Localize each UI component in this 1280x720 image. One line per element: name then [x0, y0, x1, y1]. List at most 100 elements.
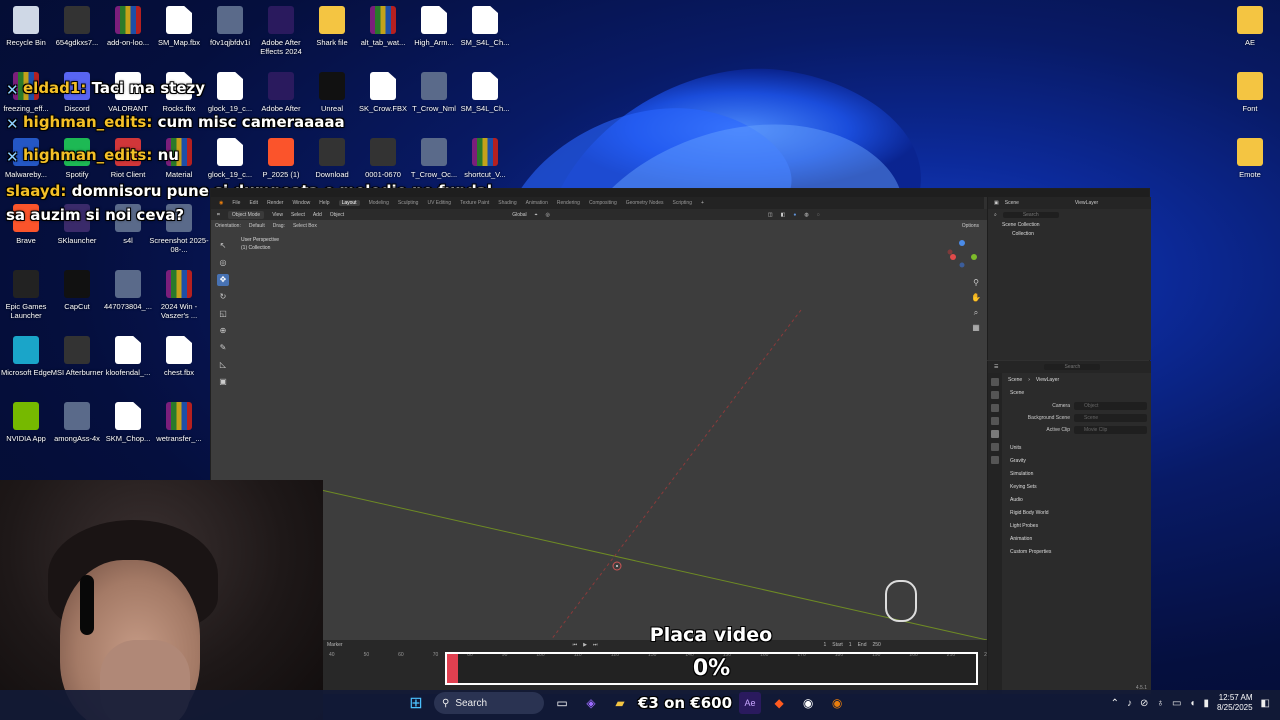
shading-solid-icon[interactable]: ● — [793, 212, 796, 218]
menu-object[interactable]: Object — [330, 212, 344, 218]
xray-icon[interactable]: ◧ — [781, 212, 786, 218]
navigation-gizmo[interactable] — [947, 238, 977, 268]
play-icon[interactable]: ▶ — [583, 642, 587, 648]
obs-taskbar-icon[interactable]: ◉ — [797, 692, 819, 714]
battery-icon[interactable]: ▮ — [1203, 698, 1209, 709]
shading-render-icon[interactable]: ◌ — [817, 212, 820, 218]
viewlayer-name[interactable]: ViewLayer — [1075, 200, 1098, 206]
annotate-tool-icon[interactable]: ✎ — [217, 342, 229, 354]
tab-modeling[interactable]: Modeling — [369, 200, 389, 206]
orientation-select[interactable]: Default — [249, 223, 265, 229]
clock[interactable]: 12:57 AM 8/25/2025 — [1217, 693, 1253, 713]
microphone-icon[interactable]: ♁ — [1156, 698, 1164, 709]
measure-tool-icon[interactable]: ◺ — [217, 359, 229, 371]
section-keying-sets[interactable]: Keying Sets — [1004, 481, 1147, 494]
select-tool-icon[interactable]: ↖ — [217, 240, 229, 252]
mute-icon[interactable]: ⊘ — [1140, 698, 1148, 709]
menu-window[interactable]: Window — [292, 200, 310, 206]
outliner-row[interactable]: Scene Collection — [988, 221, 1151, 230]
collection-tab-icon[interactable] — [991, 456, 999, 464]
marker-menu[interactable]: Marker — [327, 642, 343, 648]
blender-logo-icon[interactable]: ◉ — [219, 200, 223, 206]
section-simulation[interactable]: Simulation — [1004, 468, 1147, 481]
move-tool-icon[interactable]: ✥ — [217, 274, 229, 286]
tray-chevron-icon[interactable]: ⌃ — [1111, 698, 1119, 709]
menu-file[interactable]: File — [232, 200, 240, 206]
desktop-shortcut[interactable]: SM_S4L_Ch... — [453, 6, 517, 47]
section-audio[interactable]: Audio — [1004, 494, 1147, 507]
section-light-probes[interactable]: Light Probes — [1004, 520, 1147, 533]
tab-texture-paint[interactable]: Texture Paint — [460, 200, 489, 206]
background-scene-field[interactable]: Scene — [1074, 414, 1147, 422]
menu-add[interactable]: Add — [313, 212, 322, 218]
pan-hand-icon[interactable]: ✋ — [971, 293, 981, 303]
tab-layout[interactable]: Layout — [338, 200, 360, 206]
render-tab-icon[interactable] — [991, 391, 999, 399]
tab-geometry-nodes[interactable]: Geometry Nodes — [626, 200, 664, 206]
snap-icon[interactable]: ⌖ — [535, 212, 538, 218]
menu-edit[interactable]: Edit — [249, 200, 258, 206]
section-animation[interactable]: Animation — [1004, 533, 1147, 546]
jump-start-icon[interactable]: ⏮ — [573, 642, 578, 648]
transform-tool-icon[interactable]: ⊕ — [217, 325, 229, 337]
notification-icon[interactable]: ◧ — [1261, 698, 1270, 709]
desktop-shortcut[interactable]: wetransfer_... — [147, 402, 211, 443]
desktop-shortcut[interactable]: Emote — [1218, 138, 1280, 179]
editor-type-icon[interactable]: ⌗ — [217, 212, 220, 218]
desktop-shortcut[interactable]: SM_S4L_Ch... — [453, 72, 517, 113]
tab-animation[interactable]: Animation — [526, 200, 548, 206]
add-cube-tool-icon[interactable]: ▣ — [217, 376, 229, 388]
windows-start-icon[interactable]: ⊞ — [405, 692, 427, 714]
scene-name[interactable]: Scene — [1005, 200, 1019, 206]
menu-view[interactable]: View — [272, 212, 283, 218]
overlay-icon[interactable]: ◫ — [768, 212, 773, 218]
desktop-shortcut[interactable]: 2024 Win - Vaszer's ... — [147, 270, 211, 320]
current-frame[interactable]: 1 — [823, 642, 826, 648]
camera-view-icon[interactable]: ⌕ — [971, 308, 981, 318]
menu-select[interactable]: Select — [291, 212, 305, 218]
zoom-icon[interactable]: ⚲ — [971, 278, 981, 288]
shading-material-icon[interactable]: ◍ — [804, 212, 808, 218]
transform-orientation[interactable]: Global — [512, 212, 526, 218]
outliner-search[interactable]: Search — [1002, 212, 1059, 218]
menu-render[interactable]: Render — [267, 200, 283, 206]
3d-viewport[interactable]: User Perspective (1) Collection ↖ ◎ ✥ ↻ … — [211, 220, 987, 640]
blender-taskbar-icon[interactable]: ◉ — [826, 692, 848, 714]
section-rigid-body-world[interactable]: Rigid Body World — [1004, 507, 1147, 520]
speaker-icon[interactable]: ♪ — [1127, 698, 1132, 709]
after-effects-taskbar-icon[interactable]: Ae — [739, 692, 762, 714]
mode-select[interactable]: Object Mode — [227, 210, 265, 219]
tab-scripting[interactable]: Scripting — [673, 200, 692, 206]
filter-icon[interactable]: ⌕ — [994, 212, 997, 218]
scene-tab-icon[interactable] — [991, 430, 999, 438]
tab-shading[interactable]: Shading — [498, 200, 516, 206]
camera-field[interactable]: Object — [1074, 402, 1147, 410]
active-clip-field[interactable]: Movie Clip — [1074, 426, 1147, 434]
end-frame[interactable]: 250 — [872, 642, 880, 648]
options-button[interactable]: Options — [962, 223, 979, 229]
section-units[interactable]: Units — [1004, 442, 1147, 455]
grid-view-icon[interactable]: ▦ — [971, 323, 981, 333]
section-scene[interactable]: Scene — [1004, 387, 1147, 400]
cursor-tool-icon[interactable]: ◎ — [217, 257, 229, 269]
section-custom-properties[interactable]: Custom Properties — [1004, 546, 1147, 559]
rotate-tool-icon[interactable]: ↻ — [217, 291, 229, 303]
add-workspace-icon[interactable]: + — [701, 200, 704, 206]
section-gravity[interactable]: Gravity — [1004, 455, 1147, 468]
tab-uv-editing[interactable]: UV Editing — [427, 200, 451, 206]
desktop-shortcut[interactable]: Font — [1218, 72, 1280, 113]
world-tab-icon[interactable] — [991, 443, 999, 451]
desktop-shortcut[interactable]: AE — [1218, 6, 1280, 47]
view-layer-tab-icon[interactable] — [991, 417, 999, 425]
proportional-icon[interactable]: ◎ — [545, 212, 549, 218]
tab-sculpting[interactable]: Sculpting — [398, 200, 419, 206]
desktop-shortcut[interactable]: shortcut_V... — [453, 138, 517, 179]
tab-rendering[interactable]: Rendering — [557, 200, 580, 206]
scale-tool-icon[interactable]: ◱ — [217, 308, 229, 320]
file-explorer-icon[interactable]: ▰ — [609, 692, 631, 714]
menu-help[interactable]: Help — [319, 200, 329, 206]
tab-compositing[interactable]: Compositing — [589, 200, 617, 206]
jump-end-icon[interactable]: ⏭ — [593, 642, 598, 648]
taskbar-search[interactable]: ⚲ Search — [434, 692, 544, 714]
network-icon[interactable]: ▭ — [1172, 698, 1181, 709]
